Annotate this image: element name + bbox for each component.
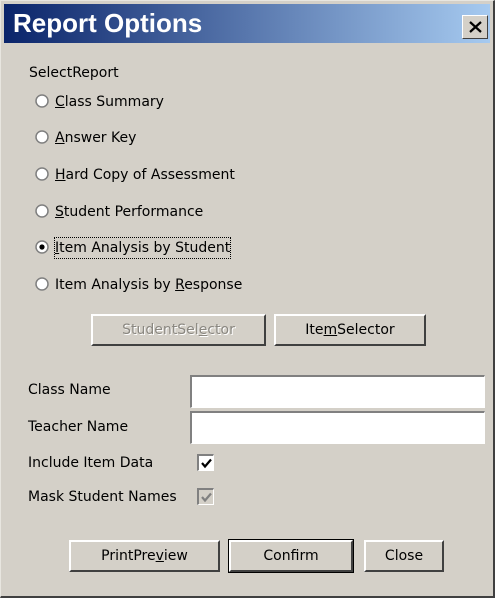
radio-label: Hard Copy of Assessment	[55, 167, 235, 183]
teacher-name-field[interactable]	[190, 411, 485, 444]
radio-label: Item Analysis by Student	[53, 237, 232, 259]
close-button[interactable]: Close	[364, 540, 444, 572]
radio-button-icon	[35, 130, 49, 144]
radio-button-icon	[35, 204, 49, 218]
button-label: StudentSelector	[122, 322, 235, 338]
item-selector-button[interactable]: ItemSelector	[274, 314, 426, 346]
report-options-dialog: Report Options SelectReport Class Summar…	[0, 0, 495, 598]
button-label: PrintPreview	[101, 548, 188, 564]
include-item-data-label: Include Item Data	[28, 455, 154, 471]
checkmark-icon	[201, 458, 212, 469]
title-bar[interactable]: Report Options	[4, 4, 490, 43]
close-icon	[469, 21, 482, 33]
class-name-field[interactable]	[190, 375, 485, 408]
class-name-label: Class Name	[28, 382, 111, 398]
button-label: Close	[384, 548, 424, 564]
class-name-input[interactable]	[192, 377, 484, 407]
student-selector-button[interactable]: StudentSelector	[91, 314, 266, 346]
button-label: Confirm	[263, 548, 319, 564]
mask-student-names-checkbox[interactable]	[197, 488, 214, 505]
radio-label: Class Summary	[55, 94, 164, 110]
teacher-name-label: Teacher Name	[28, 419, 129, 435]
radio-label: Student Performance	[55, 204, 204, 220]
radio-button-icon	[35, 277, 49, 291]
radio-selected-icon	[35, 240, 49, 254]
radio-label: Answer Key	[55, 130, 137, 146]
window-title: Report Options	[13, 8, 203, 38]
button-label: ItemSelector	[305, 322, 395, 338]
print-preview-button[interactable]: PrintPreview	[69, 540, 220, 572]
close-window-button[interactable]	[462, 15, 488, 39]
select-report-label: SelectReport	[29, 65, 119, 81]
mask-student-names-label: Mask Student Names	[28, 489, 177, 505]
radio-button-icon	[35, 94, 49, 108]
radio-button-icon	[35, 167, 49, 181]
confirm-button[interactable]: Confirm	[228, 539, 354, 573]
radio-label: Item Analysis by Response	[55, 277, 243, 293]
teacher-name-input[interactable]	[192, 413, 484, 443]
include-item-data-checkbox[interactable]	[197, 454, 214, 471]
checkmark-icon	[201, 492, 212, 503]
